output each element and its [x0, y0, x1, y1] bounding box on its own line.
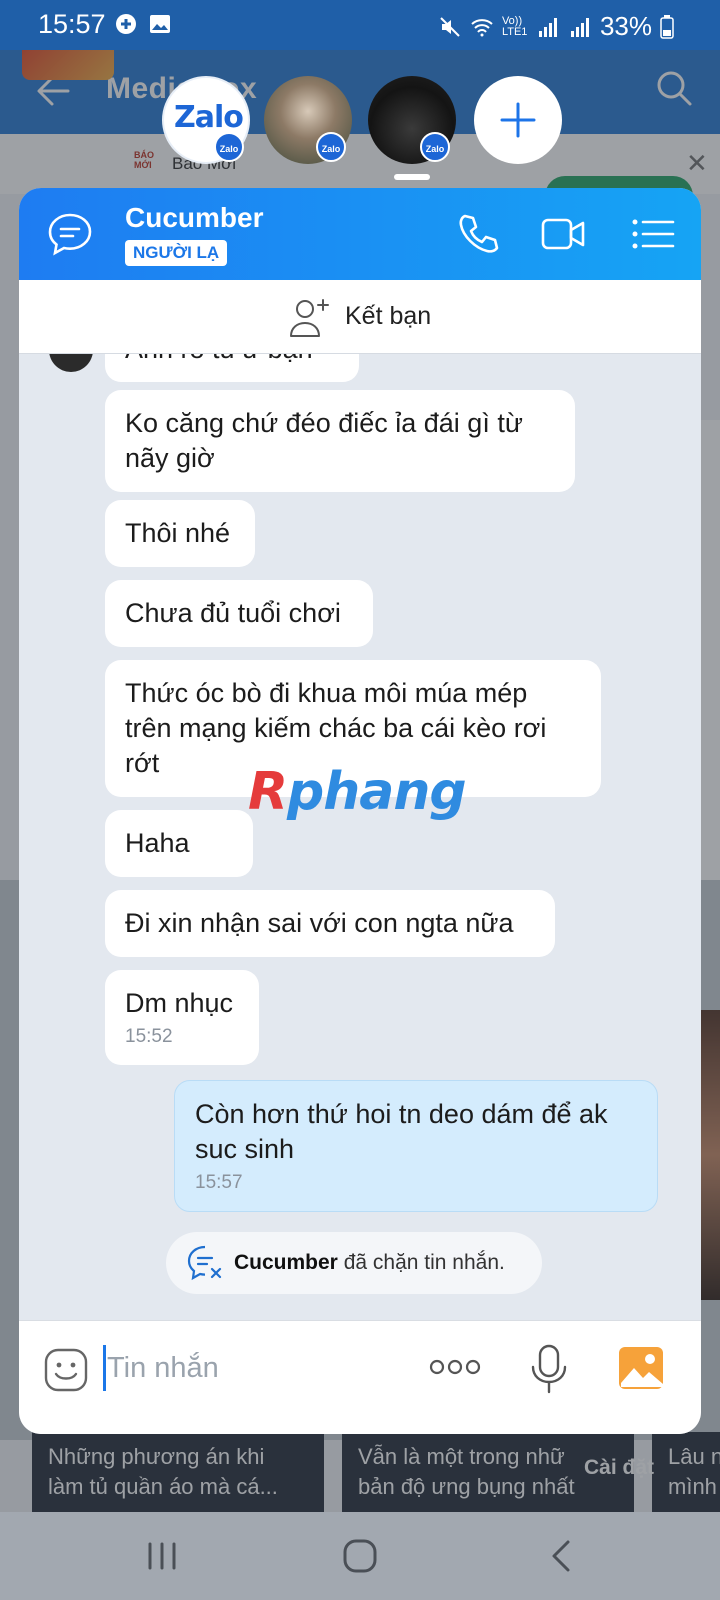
- home-icon[interactable]: [338, 1534, 382, 1578]
- blocked-message: đã chặn tin nhắn.: [343, 1251, 505, 1274]
- blocked-contact-name: Cucumber: [234, 1251, 338, 1274]
- blocked-chat-icon: [187, 1245, 222, 1281]
- status-bar: 15:57 Vo)) LTE1 33%: [0, 0, 720, 50]
- sticker-emoji-icon[interactable]: [43, 1347, 89, 1393]
- status-time: 15:57: [38, 9, 106, 39]
- image-gallery-icon[interactable]: [617, 1345, 665, 1391]
- video-call-icon[interactable]: [539, 210, 587, 258]
- signal-icon: [538, 17, 557, 37]
- message-text: Thôi nhé: [125, 518, 231, 548]
- battery-percent: 33%: [599, 11, 652, 41]
- message-bubble[interactable]: Chưa đủ tuổi chơi: [105, 580, 373, 647]
- watermark-logo: Rphang: [248, 762, 467, 822]
- contact-name[interactable]: Cucumber: [125, 202, 263, 234]
- message-bubble-outgoing[interactable]: Còn hơn thứ hoi tn deo dám để ak suc sin…: [174, 1080, 658, 1212]
- status-notification-icons: [114, 12, 172, 36]
- blocked-notice-text: Cucumber đã chặn tin nhắn.: [234, 1251, 505, 1275]
- status-right: Vo)) LTE1 33%: [438, 11, 674, 42]
- recent-apps-icon[interactable]: [140, 1534, 184, 1578]
- watermark-first-letter: R: [248, 762, 288, 822]
- zalo-badge-icon: Zalo: [316, 132, 346, 162]
- message-text: Ko căng chứ đéo điếc ỉa đái gì từ nãy gi…: [125, 408, 523, 473]
- text-cursor: [103, 1345, 106, 1391]
- system-nav-bar: [0, 1512, 720, 1600]
- wifi-icon: [471, 18, 493, 36]
- message-text: Dm nhục: [125, 988, 234, 1018]
- stranger-badge: NGƯỜI LẠ: [125, 240, 228, 266]
- message-text: Haha: [125, 828, 190, 858]
- blocked-notice: Cucumber đã chặn tin nhắn.: [166, 1232, 542, 1294]
- message-bubble[interactable]: Đi xin nhận sai với con ngta nữa: [105, 890, 555, 957]
- message-bubble[interactable]: Haha: [105, 810, 253, 877]
- plus-icon: [500, 102, 536, 138]
- message-bubble[interactable]: Dm nhục 15:52: [105, 970, 259, 1065]
- zalo-logo: Zalo: [174, 100, 244, 135]
- drag-handle[interactable]: [394, 174, 430, 180]
- avatar[interactable]: [49, 354, 93, 372]
- signal-icon: [570, 17, 589, 37]
- message-text: Anh rồ tủ ư bạn: [125, 354, 313, 364]
- zalo-badge-icon: Zalo: [214, 132, 244, 162]
- message-input[interactable]: [107, 1345, 397, 1391]
- list-menu-icon[interactable]: [629, 210, 677, 258]
- chat-heads: Zalo Zalo Zalo Zalo: [0, 76, 720, 166]
- zalo-badge-icon: Zalo: [420, 132, 450, 162]
- microphone-icon[interactable]: [527, 1343, 571, 1395]
- message-time: 15:57: [195, 1172, 243, 1193]
- phone-icon[interactable]: [453, 210, 501, 258]
- add-friend-icon: [290, 299, 329, 337]
- message-text: Đi xin nhận sai với con ngta nữa: [125, 908, 514, 938]
- watermark-text: phang: [287, 762, 467, 822]
- gallery-icon: [150, 15, 170, 33]
- back-icon[interactable]: [540, 1534, 584, 1578]
- add-friend-label: Kết bạn: [345, 302, 432, 330]
- message-bubble[interactable]: Thôi nhé: [105, 500, 255, 567]
- chat-bubble-icon[interactable]: [47, 212, 93, 256]
- battery-icon: [660, 14, 674, 39]
- network-label: Vo)) LTE1: [501, 14, 528, 38]
- message-text: Còn hơn thứ hoi tn deo dám để ak suc sin…: [195, 1099, 608, 1164]
- chat-header: Cucumber NGƯỜI LẠ: [19, 188, 701, 280]
- more-options-icon[interactable]: [429, 1355, 481, 1379]
- mute-icon: [440, 16, 460, 37]
- add-friend-bar[interactable]: Kết bạn: [19, 280, 701, 354]
- message-time: 15:52: [125, 1026, 173, 1047]
- add-chat-head-button[interactable]: [474, 76, 562, 164]
- message-composer: [19, 1320, 701, 1434]
- message-text: Chưa đủ tuổi chơi: [125, 598, 341, 628]
- message-list[interactable]: Anh rồ tủ ư bạn Ko căng chứ đéo điếc ỉa …: [19, 354, 701, 1320]
- app-notification-icon: [116, 14, 136, 34]
- message-bubble[interactable]: Anh rồ tủ ư bạn: [105, 354, 359, 382]
- message-bubble[interactable]: Ko căng chứ đéo điếc ỉa đái gì từ nãy gi…: [105, 390, 575, 492]
